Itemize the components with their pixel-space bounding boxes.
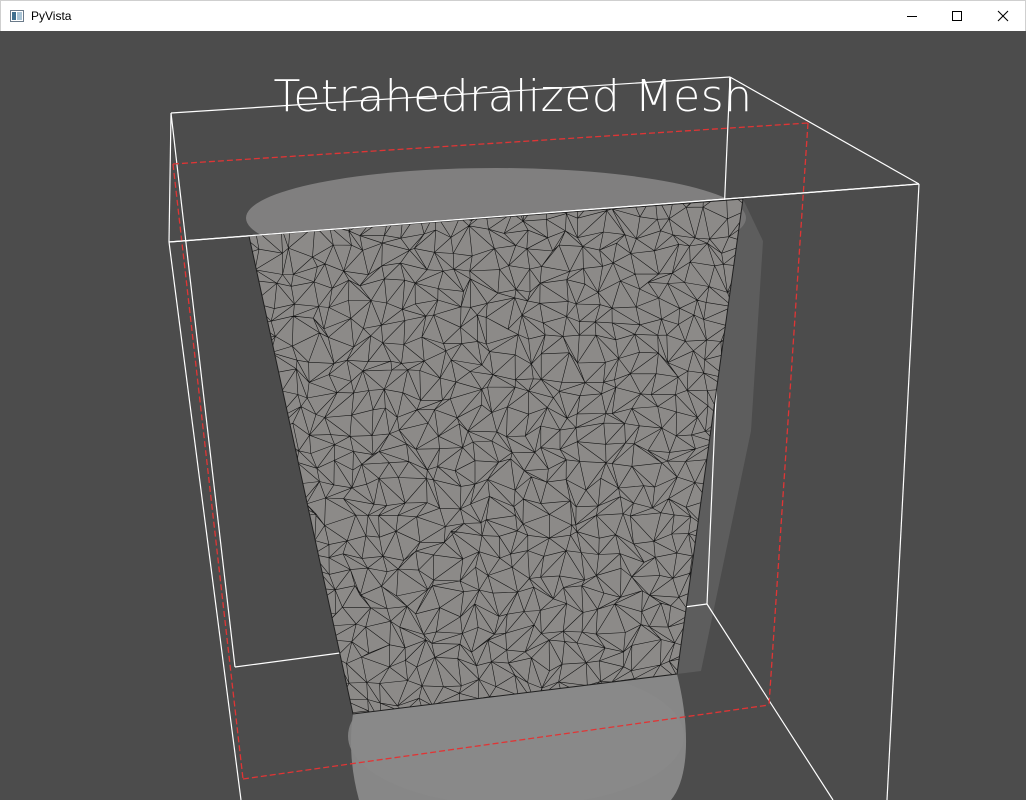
close-icon	[997, 10, 1009, 22]
pyvista-window: PyVista Tetrahedralized Mesh	[0, 0, 1026, 800]
render-viewport[interactable]: Tetrahedralized Mesh	[1, 31, 1025, 800]
minimize-icon	[907, 16, 917, 17]
maximize-button[interactable]	[934, 1, 980, 31]
mesh-title-text: Tetrahedralized Mesh	[273, 71, 753, 122]
maximize-icon	[952, 11, 962, 21]
minimize-button[interactable]	[889, 1, 935, 31]
scene-canvas	[168, 76, 920, 800]
title-bar[interactable]: PyVista	[0, 0, 1026, 31]
app-icon	[10, 10, 24, 22]
close-button[interactable]	[980, 1, 1026, 31]
window-title: PyVista	[31, 9, 72, 23]
